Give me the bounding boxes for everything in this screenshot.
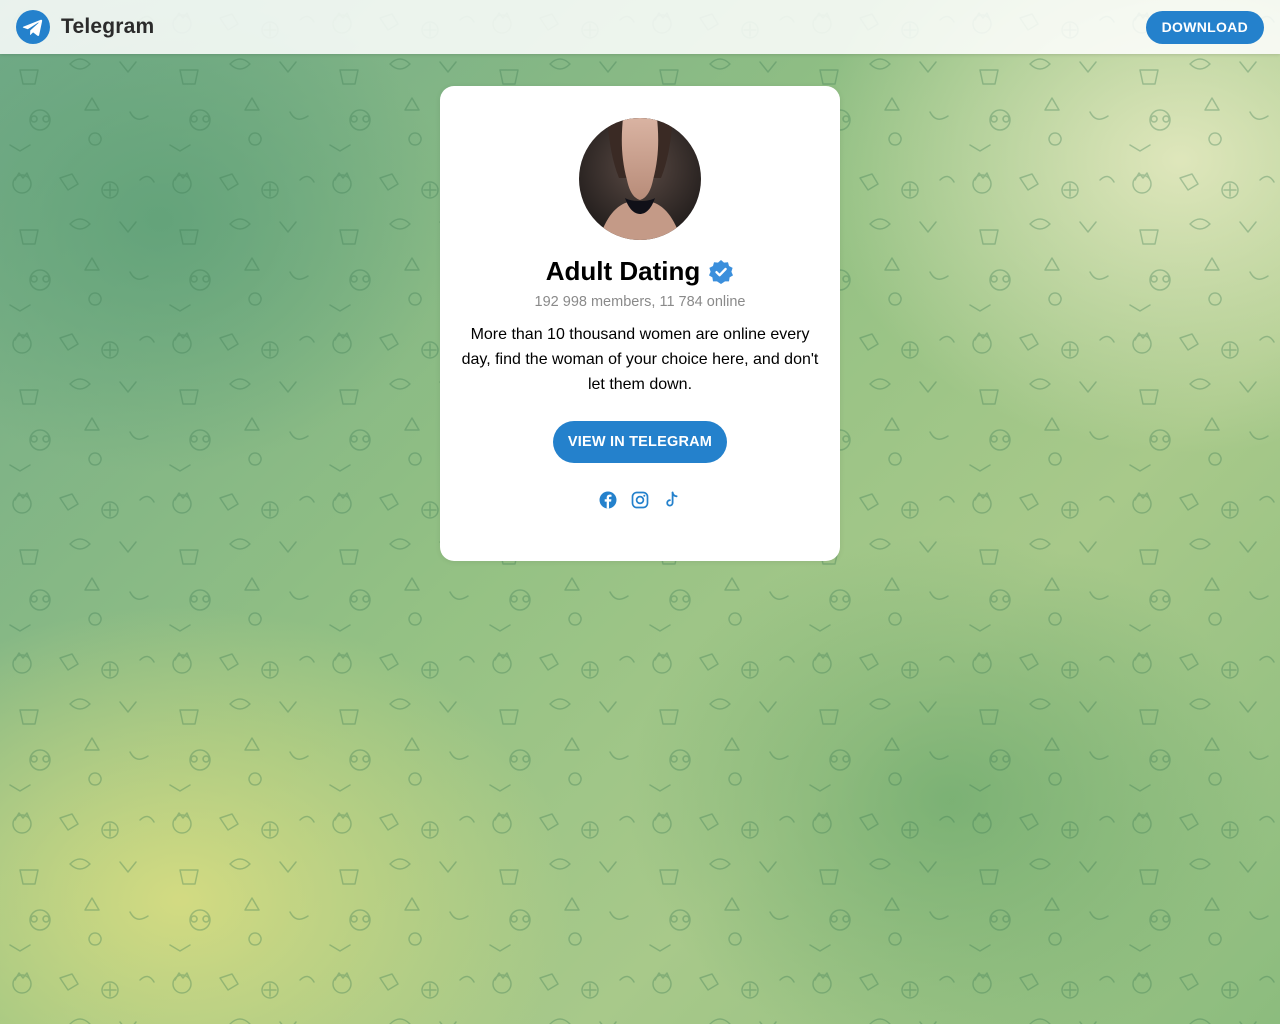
view-in-telegram-button[interactable]: VIEW IN TELEGRAM bbox=[553, 421, 727, 463]
telegram-logo[interactable]: Telegram bbox=[16, 10, 154, 44]
channel-card: Adult Dating 192 998 members, 11 784 onl… bbox=[440, 86, 840, 561]
facebook-icon[interactable] bbox=[599, 491, 617, 509]
tiktok-icon[interactable] bbox=[663, 491, 681, 509]
top-bar: Telegram DOWNLOAD bbox=[0, 0, 1280, 54]
members-count: 192 998 members, 11 784 online bbox=[534, 294, 746, 310]
logo-text: Telegram bbox=[61, 15, 155, 38]
channel-avatar bbox=[579, 118, 701, 240]
download-button[interactable]: DOWNLOAD bbox=[1145, 10, 1264, 44]
channel-description: More than 10 thousand women are online e… bbox=[461, 326, 819, 393]
telegram-logo-icon bbox=[16, 10, 50, 44]
channel-title-row: Adult Dating bbox=[440, 256, 840, 287]
channel-title: Adult Dating bbox=[545, 256, 701, 286]
verified-badge-icon bbox=[709, 259, 734, 284]
social-links bbox=[440, 491, 840, 509]
instagram-icon[interactable] bbox=[631, 491, 649, 509]
